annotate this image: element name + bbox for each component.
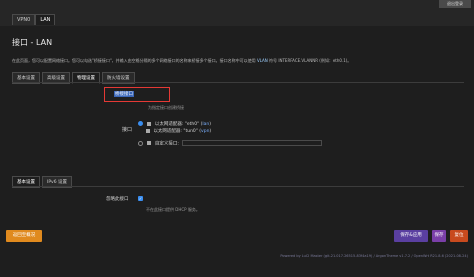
bridge-hint: 为指定接口创建桥接 <box>148 105 184 110</box>
option-suffix: ) <box>209 122 212 127</box>
interface-option-custom[interactable]: 自定义接口: <box>138 140 323 147</box>
option-label: 以太网适配器: "eth0" ( <box>154 122 203 127</box>
ethernet-icon <box>147 121 152 126</box>
ignore-interface-checkbox[interactable]: ✓ <box>138 196 143 201</box>
option-suffix: ) <box>209 129 212 134</box>
dhcp-tabs-divider <box>12 186 464 187</box>
logout-button[interactable]: 退出登录 <box>439 0 471 8</box>
description-code: VLAN <box>256 58 268 63</box>
ignore-interface-label: 忽略此接口 <box>106 197 129 202</box>
interface-option-eth0[interactable]: 以太网适配器: "eth0" (lan) <box>138 121 211 127</box>
page-title: 接口 - LAN <box>12 38 53 47</box>
interface-option-tun0[interactable]: 以太网适配器: "tun0" (vpn) <box>146 128 211 134</box>
reset-button[interactable]: 复位 <box>450 230 468 242</box>
tabs-divider <box>12 82 464 83</box>
ethernet-icon <box>147 141 152 145</box>
save-button[interactable]: 保存 <box>432 230 446 242</box>
ignore-interface-hint: 不在此接口提供 DHCP 服务。 <box>146 207 200 212</box>
top-bar: VPN0 LAN 退出登录 <box>0 0 474 26</box>
back-to-overview-button[interactable]: 返回至概况 <box>6 230 42 242</box>
description-text: 在此页面，您可以配置网络接口。您可以勾选"桥接接口"，并输入由空格分隔的多个网络… <box>12 58 256 63</box>
interface-label: 接口 <box>122 127 133 133</box>
option-label: 以太网适配器: "tun0" ( <box>153 129 202 134</box>
custom-label: 自定义接口: <box>154 141 179 147</box>
bridge-interface-label[interactable]: 桥接接口 <box>114 91 134 97</box>
radio-selected-icon[interactable] <box>138 121 143 126</box>
footer: Powered by LuCI Master (git-21.017.26515… <box>280 254 468 258</box>
top-tab-vpn0[interactable]: VPN0 <box>12 14 36 25</box>
ethernet-icon <box>146 128 150 133</box>
description-tail: 符号 INTERFACE.VLANNR (例如：eth0.1)。 <box>269 58 352 63</box>
radio-unselected-icon[interactable] <box>138 140 143 146</box>
custom-interface-input[interactable] <box>182 140 323 146</box>
top-tab-lan[interactable]: LAN <box>35 14 56 25</box>
page-description: 在此页面，您可以配置网络接口。您可以勾选"桥接接口"，并输入由空格分隔的多个网络… <box>12 58 351 64</box>
top-tabs: VPN0 LAN <box>12 14 56 25</box>
save-apply-button[interactable]: 保存&应用 <box>394 230 428 242</box>
